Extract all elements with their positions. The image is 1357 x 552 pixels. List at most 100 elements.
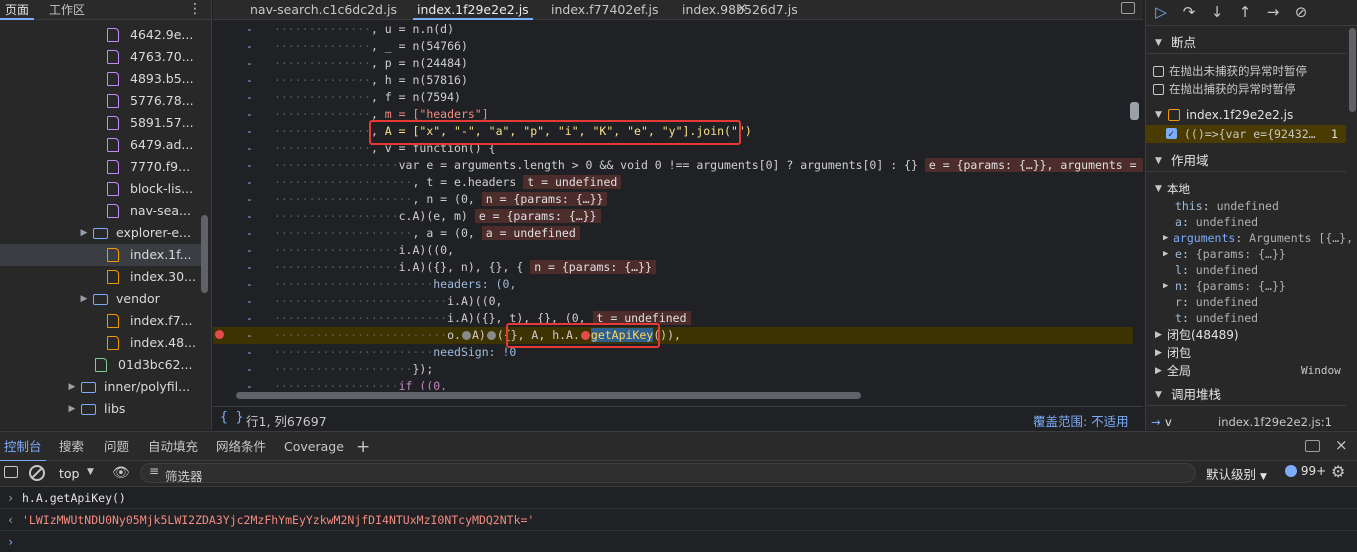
tab-page[interactable]: 页面 <box>0 0 35 20</box>
sidebar-toggle-icon[interactable] <box>4 466 18 478</box>
tree-file[interactable]: index.f7... <box>0 310 204 332</box>
step-over-icon[interactable]: ↷ <box>1178 2 1200 22</box>
scope-var[interactable]: r: undefined <box>1146 294 1346 310</box>
scope-closure[interactable]: ▶ 闭包(48489) <box>1146 327 1346 343</box>
pretty-print-icon[interactable]: { } <box>220 410 243 425</box>
pause-caught-checkbox[interactable] <box>1153 84 1164 95</box>
chevron-right-icon[interactable]: ▶ <box>67 376 77 398</box>
tree-file[interactable]: 4763.70... <box>0 46 204 68</box>
tree-file[interactable]: 5776.78... <box>0 90 204 112</box>
tab-index-98b526d7-js[interactable]: index.98b526d7.js <box>678 0 802 20</box>
breakpoint-entry[interactable]: (()=>{var e={92432…1 <box>1146 125 1346 144</box>
code-editor[interactable]: - ··············, u = n.n(d) - ···········… <box>213 21 1143 390</box>
breakpoint-checkbox[interactable] <box>1166 126 1177 144</box>
editor-vertical-scrollbar[interactable] <box>1130 102 1139 120</box>
scope-var[interactable]: a: undefined <box>1146 214 1346 230</box>
scope-global[interactable]: ▶ 全局 Window <box>1146 363 1346 379</box>
code-line: - ··············, p = n(24484) <box>246 56 468 70</box>
scope-closure[interactable]: ▶ 闭包 <box>1146 345 1346 361</box>
tree-file[interactable]: 01d3bc62... <box>0 354 204 376</box>
folder-icon <box>81 382 96 393</box>
tree-file[interactable]: index.30... <box>0 266 204 288</box>
chevron-right-icon[interactable]: ▶ <box>67 398 77 420</box>
callstack-section-header[interactable]: ▼ 调用堆栈 <box>1146 384 1346 406</box>
callstack-frame[interactable]: → v index.1f29e2e2.js:1 <box>1146 414 1346 430</box>
breakpoints-section-header[interactable]: ▼ 断点 <box>1146 32 1346 54</box>
tab-index-f77402ef-js[interactable]: index.f77402ef.js <box>547 0 662 20</box>
chevron-right-icon[interactable]: ▶ <box>79 222 89 244</box>
pause-uncaught-checkbox[interactable] <box>1153 66 1164 77</box>
pause-uncaught-option[interactable]: 在抛出未捕获的异常时暂停 <box>1146 63 1346 79</box>
context-selector[interactable]: top ▼ <box>55 464 105 484</box>
tab-console[interactable]: 控制台 <box>0 432 46 462</box>
tree-item-label: 4642.9e... <box>130 27 194 42</box>
tree-file[interactable]: index.1f... <box>0 244 204 266</box>
issues-counter[interactable]: 99+ <box>1285 464 1326 484</box>
inline-breakpoint-icon[interactable] <box>486 331 496 340</box>
file-icon <box>107 270 119 284</box>
tree-folder[interactable]: ▶ explorer-e... <box>0 222 204 244</box>
editor-horizontal-scrollbar[interactable] <box>221 392 1127 399</box>
paused-code-line: - ·························o. A) ({}, A, h.… <box>213 327 1133 344</box>
clear-console-icon[interactable] <box>29 465 45 481</box>
tab-search[interactable]: 搜索 <box>55 432 88 462</box>
file-icon <box>107 204 119 218</box>
tab-index-1f29e2e2-js[interactable]: index.1f29e2e2.js <box>413 0 533 20</box>
breakpoint-file[interactable]: ▼ index.1f29e2e2.js <box>1146 106 1346 124</box>
tab-autofill[interactable]: 自动填充 <box>144 432 202 462</box>
debugger-scrollbar[interactable] <box>1349 28 1356 112</box>
console-filter-input[interactable]: ≡ 筛选器 <box>140 463 1196 484</box>
scope-var[interactable]: ▶ arguments: Arguments [{…}, <box>1146 230 1353 246</box>
tree-folder[interactable]: ▶ vendor <box>0 288 204 310</box>
tab-nav-search-js[interactable]: nav-search.c1c6dc2d.js <box>246 0 401 20</box>
scope-local[interactable]: ▼ 本地 <box>1146 181 1346 197</box>
code-text: }); <box>412 362 434 376</box>
log-level-dropdown[interactable]: 默认级别 ▼ <box>1206 464 1267 483</box>
gutter-breakpoint-icon[interactable] <box>215 330 224 339</box>
tree-folder[interactable]: ▶ libs <box>0 398 204 420</box>
dock-icon[interactable] <box>1305 440 1320 452</box>
more-options-icon[interactable]: ⋮ <box>188 0 202 18</box>
step-icon[interactable]: → <box>1262 2 1284 22</box>
console-output[interactable]: › h.A.getApiKey() ‹ 'LWIzMWUtNDU0Ny05Mjk5L… <box>0 487 1357 552</box>
tab-network-conditions[interactable]: 网络条件 <box>212 432 270 462</box>
scope-var[interactable]: this: undefined <box>1146 198 1346 214</box>
tree-folder[interactable]: ▶ inner/polyfil... <box>0 376 204 398</box>
step-into-icon[interactable]: ↓ <box>1206 2 1228 22</box>
tree-file[interactable]: 6479.ad... <box>0 134 204 156</box>
pause-caught-option[interactable]: 在抛出捕获的异常时暂停 <box>1146 81 1346 97</box>
live-expression-eye-icon[interactable]: 👁 <box>112 465 130 481</box>
inline-breakpoint-icon[interactable] <box>461 331 471 340</box>
console-settings-gear-icon[interactable]: ⚙ <box>1331 462 1345 481</box>
scope-var[interactable]: l: undefined <box>1146 262 1346 278</box>
close-drawer-icon[interactable]: × <box>1335 436 1348 454</box>
toggle-sidebar-icon[interactable] <box>1121 2 1135 14</box>
chevron-right-icon[interactable]: ▶ <box>79 288 89 310</box>
tree-file[interactable]: index.48... <box>0 332 204 354</box>
console-prompt-line[interactable]: › <box>0 531 1357 552</box>
tree-file[interactable]: block-lis... <box>0 178 204 200</box>
scope-var[interactable]: ▶ e: {params: {…}} <box>1146 246 1346 262</box>
tree-file[interactable]: nav-sea... <box>0 200 204 222</box>
scope-var[interactable]: ▶ n: {params: {…}} <box>1146 278 1346 294</box>
code-text: u = n.n(d) <box>384 22 455 36</box>
editor-statusbar: { } 行1, 列67697 覆盖范围: 不适用 <box>213 406 1143 430</box>
coverage-status[interactable]: 覆盖范围: 不适用 <box>1033 411 1129 430</box>
file-icon <box>107 116 119 130</box>
scrollbar-thumb[interactable] <box>236 392 861 399</box>
code-line: - ····················, a = (0, a = undef… <box>213 225 1133 242</box>
step-out-icon[interactable]: ↑ <box>1234 2 1256 22</box>
deactivate-breakpoints-icon[interactable]: ⊘ <box>1290 2 1312 22</box>
tree-file[interactable]: 4893.b5... <box>0 68 204 90</box>
navigator-scrollbar[interactable] <box>201 215 208 293</box>
tab-issues[interactable]: 问题 <box>100 432 133 462</box>
tab-workspace[interactable]: 工作区 <box>44 0 90 20</box>
scope-section-header[interactable]: ▼ 作用域 <box>1146 150 1346 172</box>
add-tab-icon[interactable]: + <box>352 432 374 462</box>
tree-file[interactable]: 5891.57... <box>0 112 204 134</box>
resume-icon[interactable]: ▷ <box>1150 2 1172 22</box>
tree-file[interactable]: 7770.f9... <box>0 156 204 178</box>
tree-file[interactable]: 4642.9e... <box>0 24 204 46</box>
tab-coverage[interactable]: Coverage <box>280 432 348 462</box>
scope-var[interactable]: t: undefined <box>1146 310 1346 326</box>
